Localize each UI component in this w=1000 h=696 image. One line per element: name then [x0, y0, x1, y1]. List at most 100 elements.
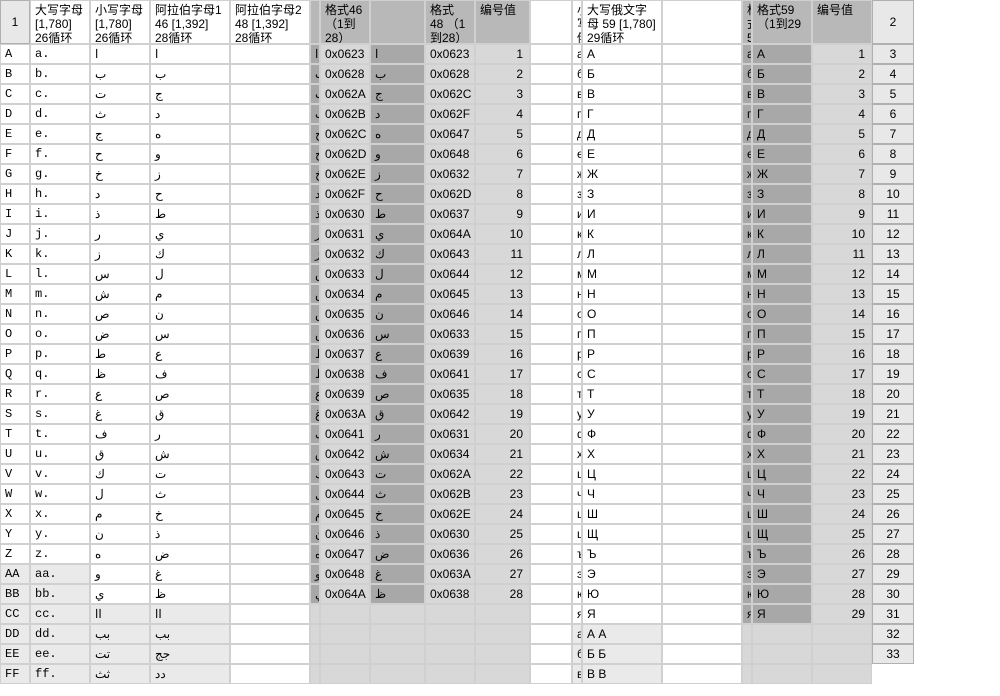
- cell[interactable]: v.: [30, 464, 90, 484]
- cell[interactable]: د: [370, 104, 425, 124]
- cell[interactable]: Д: [582, 124, 662, 144]
- cell[interactable]: Г: [582, 104, 662, 124]
- cell[interactable]: ص: [310, 304, 320, 324]
- cell[interactable]: T: [0, 424, 30, 444]
- row-header[interactable]: 7: [872, 124, 914, 144]
- cell[interactable]: j.: [30, 224, 90, 244]
- cell[interactable]: ح: [370, 184, 425, 204]
- cell[interactable]: [370, 604, 425, 624]
- cell[interactable]: 12: [812, 264, 872, 284]
- cell[interactable]: ه: [310, 544, 320, 564]
- column-header[interactable]: 编号值: [812, 0, 872, 44]
- cell[interactable]: ي: [370, 224, 425, 244]
- cell[interactable]: Ж: [752, 164, 812, 184]
- cell[interactable]: dd.: [30, 624, 90, 644]
- cell[interactable]: [530, 64, 572, 84]
- cell[interactable]: 0x0642: [425, 404, 475, 424]
- cell[interactable]: я: [742, 604, 752, 624]
- cell[interactable]: ш: [742, 504, 752, 524]
- cell[interactable]: У: [582, 404, 662, 424]
- cell[interactable]: ط: [310, 344, 320, 364]
- row-header[interactable]: 26: [872, 504, 914, 524]
- cell[interactable]: 3: [475, 84, 530, 104]
- cell[interactable]: ff.: [30, 664, 90, 684]
- cell[interactable]: م: [370, 284, 425, 304]
- cell[interactable]: 0x0641: [425, 364, 475, 384]
- cell[interactable]: Е: [582, 144, 662, 164]
- cell[interactable]: 0x0623: [320, 44, 370, 64]
- cell[interactable]: Ц: [752, 464, 812, 484]
- cell[interactable]: ق: [310, 444, 320, 464]
- cell[interactable]: 0x0641: [320, 424, 370, 444]
- cell[interactable]: y.: [30, 524, 90, 544]
- cell[interactable]: ث: [90, 104, 150, 124]
- cell[interactable]: ط: [370, 204, 425, 224]
- cell[interactable]: У: [752, 404, 812, 424]
- cell[interactable]: CC: [0, 604, 30, 624]
- row-header[interactable]: 31: [872, 604, 914, 624]
- cell[interactable]: 6: [812, 144, 872, 164]
- cell[interactable]: و: [310, 564, 320, 584]
- cell[interactable]: [530, 304, 572, 324]
- cell[interactable]: 0x0628: [320, 64, 370, 84]
- cell[interactable]: [662, 244, 742, 264]
- cell[interactable]: т: [572, 384, 582, 404]
- cell[interactable]: 26: [812, 544, 872, 564]
- cell[interactable]: 0x0648: [425, 144, 475, 164]
- row-header[interactable]: 13: [872, 244, 914, 264]
- cell[interactable]: д: [572, 124, 582, 144]
- column-header[interactable]: [662, 0, 742, 44]
- cell[interactable]: ر: [370, 424, 425, 444]
- cell[interactable]: 24: [475, 504, 530, 524]
- cell[interactable]: L: [0, 264, 30, 284]
- cell[interactable]: Ж: [582, 164, 662, 184]
- cell[interactable]: Л: [752, 244, 812, 264]
- cell[interactable]: 18: [475, 384, 530, 404]
- cell[interactable]: a.: [30, 44, 90, 64]
- cell[interactable]: [530, 504, 572, 524]
- cell[interactable]: [530, 444, 572, 464]
- cell[interactable]: [530, 584, 572, 604]
- row-header[interactable]: 32: [872, 624, 914, 644]
- cell[interactable]: у: [742, 404, 752, 424]
- cell[interactable]: ل: [150, 264, 230, 284]
- cell[interactable]: 26: [475, 544, 530, 564]
- cell[interactable]: [530, 404, 572, 424]
- cell[interactable]: [230, 604, 310, 624]
- cell[interactable]: [530, 524, 572, 544]
- cell[interactable]: Ч: [582, 484, 662, 504]
- cell[interactable]: ر: [310, 224, 320, 244]
- cell[interactable]: 17: [812, 364, 872, 384]
- cell[interactable]: [742, 664, 752, 684]
- cell[interactable]: Ц: [582, 464, 662, 484]
- cell[interactable]: ك: [90, 464, 150, 484]
- cell[interactable]: д: [742, 124, 752, 144]
- cell[interactable]: [530, 484, 572, 504]
- cell[interactable]: Ъ: [582, 544, 662, 564]
- cell[interactable]: [530, 424, 572, 444]
- cell[interactable]: [530, 324, 572, 344]
- cell[interactable]: В В: [582, 664, 662, 684]
- cell[interactable]: Б: [752, 64, 812, 84]
- cell[interactable]: А А: [582, 624, 662, 644]
- cell[interactable]: د: [150, 104, 230, 124]
- cell[interactable]: ف: [370, 364, 425, 384]
- cell[interactable]: П: [752, 324, 812, 344]
- cell[interactable]: [230, 44, 310, 64]
- cell[interactable]: خ: [90, 164, 150, 184]
- cell[interactable]: 0x0646: [320, 524, 370, 544]
- cell[interactable]: ك: [370, 244, 425, 264]
- cell[interactable]: [662, 664, 742, 684]
- cell[interactable]: 6: [475, 144, 530, 164]
- cell[interactable]: [370, 644, 425, 664]
- cell[interactable]: и: [572, 204, 582, 224]
- cell[interactable]: [475, 644, 530, 664]
- column-header[interactable]: 小写俄文字母 58 [1,780] 29循环: [572, 0, 582, 44]
- row-header[interactable]: 2: [872, 0, 914, 44]
- cell[interactable]: ф: [742, 424, 752, 444]
- cell[interactable]: 4: [812, 104, 872, 124]
- cell[interactable]: щ: [572, 524, 582, 544]
- cell[interactable]: ع: [370, 344, 425, 364]
- cell[interactable]: О: [752, 304, 812, 324]
- cell[interactable]: 25: [812, 524, 872, 544]
